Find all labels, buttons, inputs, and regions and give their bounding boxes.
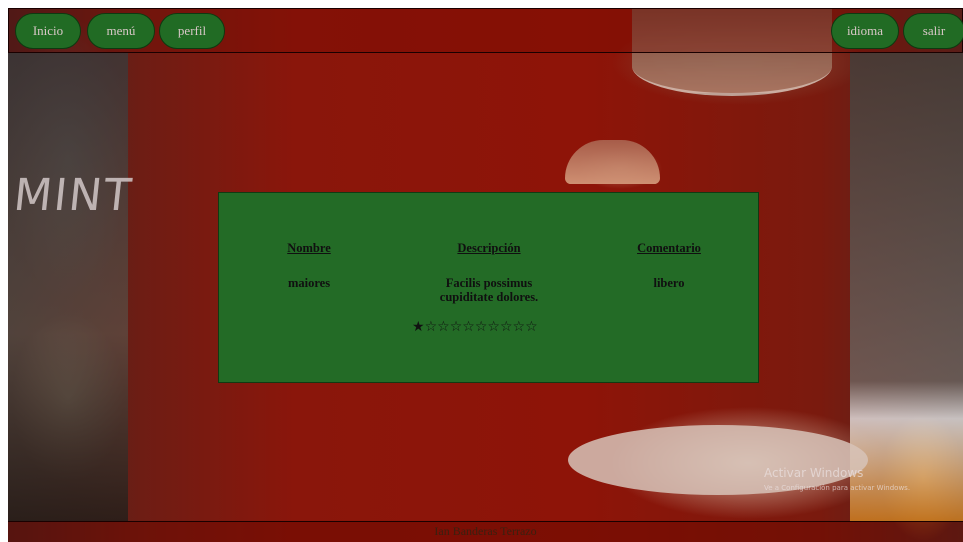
watermark-subtitle: Ve a Configuración para activar Windows. <box>764 484 911 492</box>
nav-salir-button[interactable]: salir <box>903 13 963 49</box>
background-wall-right <box>850 52 963 522</box>
star-empty-icon[interactable]: ☆ <box>425 319 438 335</box>
column-header-nombre: Nombre <box>287 241 331 255</box>
nav-menu-button[interactable]: menú <box>87 13 155 49</box>
column-descripcion: Descripción Facilis possimus cupiditate … <box>414 241 564 304</box>
star-empty-icon[interactable]: ☆ <box>513 319 526 335</box>
star-empty-icon[interactable]: ☆ <box>500 319 513 335</box>
nav-idioma-button[interactable]: idioma <box>831 13 899 49</box>
star-empty-icon[interactable]: ☆ <box>525 319 538 335</box>
star-empty-icon[interactable]: ☆ <box>437 319 450 335</box>
nav-inicio-button[interactable]: Inicio <box>15 13 81 49</box>
column-header-comentario: Comentario <box>637 241 701 255</box>
column-value-descripcion: Facilis possimus cupiditate dolores. <box>439 276 539 304</box>
watermark-title: Activar Windows <box>764 466 864 480</box>
top-nav-bar: Inicio menú perfil idioma salir <box>8 8 963 53</box>
star-empty-icon[interactable]: ☆ <box>450 319 463 335</box>
nav-perfil-button[interactable]: perfil <box>159 13 225 49</box>
star-filled-icon[interactable]: ★ <box>412 319 425 335</box>
column-value-comentario: libero <box>653 276 685 290</box>
star-rating[interactable]: ★☆☆☆☆☆☆☆☆☆ <box>412 319 538 335</box>
column-value-nombre: maiores <box>287 276 331 290</box>
star-empty-icon[interactable]: ☆ <box>475 319 488 335</box>
background-sign: MINT <box>11 170 136 221</box>
star-empty-icon[interactable]: ☆ <box>462 319 475 335</box>
star-empty-icon[interactable]: ☆ <box>487 319 500 335</box>
background-wall-left <box>8 52 128 522</box>
review-card: Nombre maiores Descripción Facilis possi… <box>218 192 759 383</box>
footer: Ian Banderas Terrazo <box>8 521 963 542</box>
column-header-descripcion: Descripción <box>457 241 521 255</box>
column-comentario: Comentario libero <box>594 241 744 290</box>
column-nombre: Nombre maiores <box>234 241 384 290</box>
windows-activation-watermark: Activar Windows Ve a Configuración para … <box>764 466 910 492</box>
